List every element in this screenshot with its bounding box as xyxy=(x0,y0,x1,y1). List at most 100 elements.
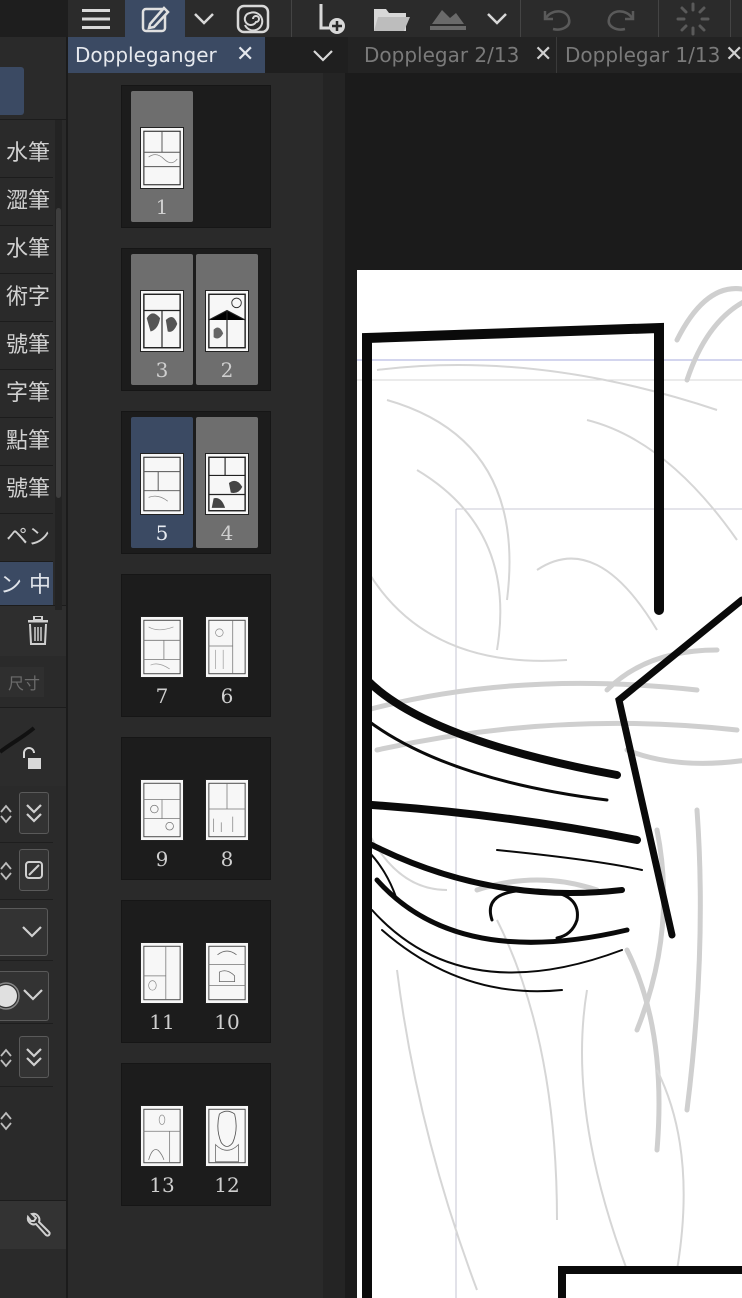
brush-item[interactable]: 術字 xyxy=(0,274,53,322)
image-dropdown[interactable] xyxy=(482,0,512,37)
chevron-down-icon xyxy=(313,50,333,62)
page-number: 11 xyxy=(149,1010,175,1034)
edit-tool-button[interactable] xyxy=(125,0,185,37)
brush-item[interactable]: 水筆 xyxy=(0,130,53,178)
navigator-scrollbar[interactable] xyxy=(323,73,345,1298)
page-cell[interactable]: 1 xyxy=(131,91,193,222)
page-thumbnail xyxy=(205,453,249,515)
wrench-icon xyxy=(26,1212,51,1237)
stepper-icon[interactable] xyxy=(0,1109,12,1133)
brush-item[interactable]: 號筆 xyxy=(0,322,53,370)
brush-item-label: 號筆 xyxy=(5,477,50,502)
undo-icon xyxy=(543,9,571,31)
dynamics-toggle[interactable] xyxy=(19,1036,49,1078)
page-number: 12 xyxy=(214,1173,240,1197)
dynamics-toggle[interactable] xyxy=(19,792,49,834)
brush-item-label: 號筆 xyxy=(5,333,50,358)
brush-item[interactable]: 字筆 xyxy=(0,370,53,418)
undo-button[interactable] xyxy=(536,0,580,37)
brush-item-label: 水筆 xyxy=(5,141,50,166)
toolbar-separator xyxy=(520,0,521,37)
page-cell[interactable]: 2 xyxy=(196,254,258,385)
brush-item-label: 水筆 xyxy=(5,237,50,262)
menu-button[interactable] xyxy=(74,0,118,37)
dropdown[interactable] xyxy=(0,908,48,956)
chevron-down-icon xyxy=(22,926,42,938)
open-folder-button[interactable] xyxy=(366,0,416,37)
setting-row xyxy=(0,843,53,900)
page-cell[interactable]: 6 xyxy=(196,580,258,711)
page-number: 9 xyxy=(155,847,169,871)
redo-button[interactable] xyxy=(598,0,642,37)
page-cell[interactable]: 4 xyxy=(196,417,258,548)
brush-list-scrollbar[interactable] xyxy=(55,120,62,610)
brush-item[interactable]: 點筆 xyxy=(0,418,53,466)
page-cell[interactable]: 8 xyxy=(196,743,258,874)
page-cell[interactable]: 11 xyxy=(131,906,193,1037)
page-spread: 7 6 xyxy=(121,574,271,717)
edit-tool-dropdown[interactable] xyxy=(189,0,219,37)
page-cell[interactable]: 13 xyxy=(131,1069,193,1200)
top-left-corner xyxy=(0,0,68,37)
spiral-button[interactable] xyxy=(228,0,278,37)
page-thumbnail xyxy=(140,1105,184,1167)
settings-bar xyxy=(0,1200,66,1249)
brush-tip-dropdown[interactable] xyxy=(0,971,49,1021)
tab-document-2[interactable]: Dopplegar 2/13 ✕ xyxy=(356,37,557,73)
page-spread: 5 4 xyxy=(121,411,271,554)
page-cell[interactable]: 9 xyxy=(131,743,193,874)
toolbar-separator xyxy=(291,0,292,37)
drawing-canvas[interactable] xyxy=(357,270,742,1298)
brush-item[interactable]: 水筆 xyxy=(0,226,53,274)
new-page-button[interactable] xyxy=(306,0,356,37)
page-thumbnail xyxy=(140,779,184,841)
lock-icon[interactable] xyxy=(18,746,44,772)
close-icon[interactable]: ✕ xyxy=(725,37,742,73)
page-cell[interactable]: 12 xyxy=(196,1069,258,1200)
brush-item[interactable]: 號筆 xyxy=(0,466,53,514)
tab-document-1[interactable]: Dopplegar 1/13 ✕ xyxy=(557,37,742,73)
stepper-icon[interactable] xyxy=(0,859,12,883)
disable-toggle[interactable] xyxy=(19,849,49,891)
page-number: 6 xyxy=(220,684,234,708)
scrollbar-thumb[interactable] xyxy=(56,208,61,498)
tool-settings-button[interactable] xyxy=(22,1209,54,1241)
page-cell[interactable]: 3 xyxy=(131,254,193,385)
main-toolbar xyxy=(68,0,742,37)
page-thumbnail xyxy=(205,290,249,352)
menu-icon xyxy=(82,8,110,29)
page-thumbnail xyxy=(205,779,249,841)
page-number: 1 xyxy=(155,195,169,219)
image-button[interactable] xyxy=(423,0,473,37)
delete-brush-button[interactable] xyxy=(24,614,52,648)
panel-menu-button[interactable] xyxy=(308,45,338,67)
setting-row xyxy=(0,786,53,843)
brush-item[interactable]: ペン xyxy=(0,514,53,562)
size-label: 尺寸 xyxy=(0,667,44,697)
tab-doppleganger[interactable]: Doppleganger ✕ xyxy=(68,37,265,73)
page-number: 7 xyxy=(155,684,169,708)
brush-group-tab[interactable] xyxy=(0,67,24,115)
stepper-icon[interactable] xyxy=(0,1046,12,1070)
brush-item-label: 點筆 xyxy=(5,429,50,454)
brush-preview xyxy=(0,707,66,786)
page-thumbnail xyxy=(205,616,249,678)
page-number: 10 xyxy=(214,1010,240,1034)
loading-icon xyxy=(676,2,710,35)
document-tabbar: Dopplegar 2/13 ✕ Dopplegar 1/13 ✕ xyxy=(348,37,742,73)
page-spread: 1 xyxy=(121,85,271,228)
page-spread: 13 12 xyxy=(121,1063,271,1206)
stepper-icon[interactable] xyxy=(0,802,12,826)
brush-item[interactable]: 澀筆 xyxy=(0,178,53,226)
image-icon xyxy=(430,9,466,30)
page-number: 5 xyxy=(155,521,169,545)
page-cell[interactable]: 7 xyxy=(131,580,193,711)
new-page-icon xyxy=(319,3,345,34)
page-cell[interactable]: 10 xyxy=(196,906,258,1037)
brush-item-selected[interactable]: ン 中 xyxy=(0,562,53,610)
close-icon[interactable]: ✕ xyxy=(236,37,254,73)
tab-label: Dopplegar 1/13 xyxy=(565,43,721,67)
close-icon[interactable]: ✕ xyxy=(534,37,552,73)
page-cell-selected[interactable]: 5 xyxy=(131,417,193,548)
brush-item-label: ペン xyxy=(5,525,50,550)
